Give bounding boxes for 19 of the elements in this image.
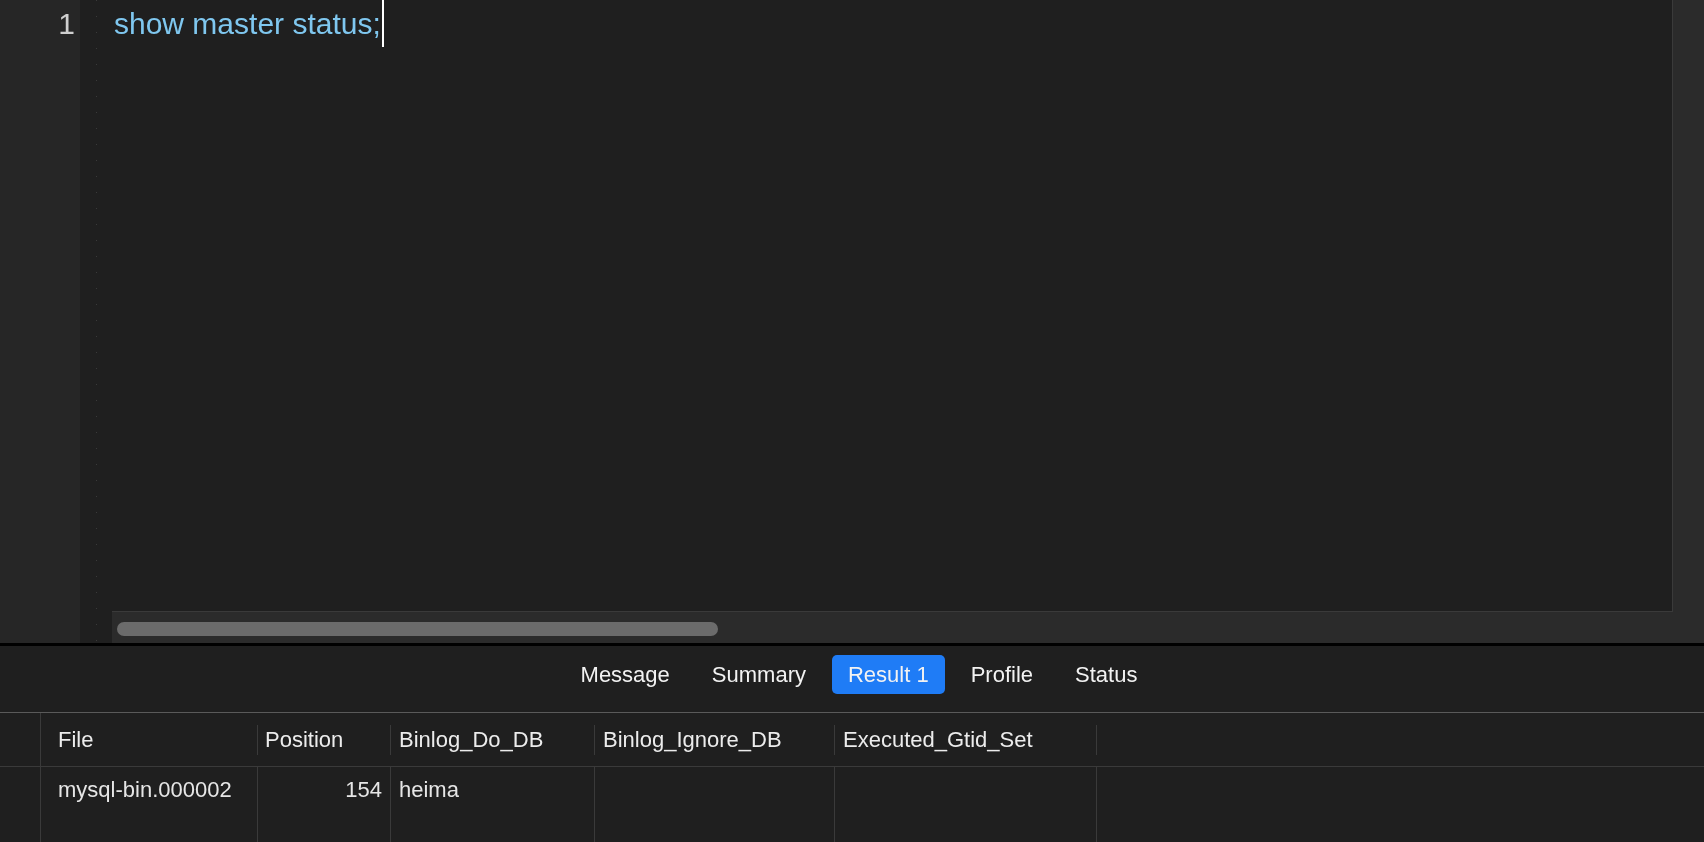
horizontal-scrollbar-track[interactable] — [112, 612, 1704, 643]
column-header[interactable]: Executed_Gtid_Set — [835, 713, 1097, 766]
tab[interactable]: Profile — [954, 655, 1050, 694]
column-header[interactable]: Binlog_Ignore_DB — [595, 713, 835, 766]
code-text: show master status; — [114, 8, 381, 39]
code-editor[interactable]: show master status; — [112, 0, 1673, 612]
tab[interactable]: Status — [1059, 655, 1154, 694]
table-cell-text: 154 — [344, 776, 383, 804]
tab[interactable]: Result 1 — [831, 655, 945, 694]
column-header[interactable]: Binlog_Do_DB — [391, 713, 595, 766]
line-number: 1 — [58, 8, 75, 39]
table-cell-text: mysql-bin.000002 — [57, 776, 233, 804]
column-header[interactable]: File — [41, 713, 258, 766]
table-cell-text: heima — [398, 776, 460, 804]
column-header[interactable]: Position — [258, 713, 391, 766]
tab[interactable]: Message — [564, 655, 686, 694]
scrollbar-thumb[interactable] — [117, 622, 718, 636]
tab[interactable]: Summary — [695, 655, 822, 694]
vertical-scrollbar-track[interactable] — [1673, 0, 1704, 612]
